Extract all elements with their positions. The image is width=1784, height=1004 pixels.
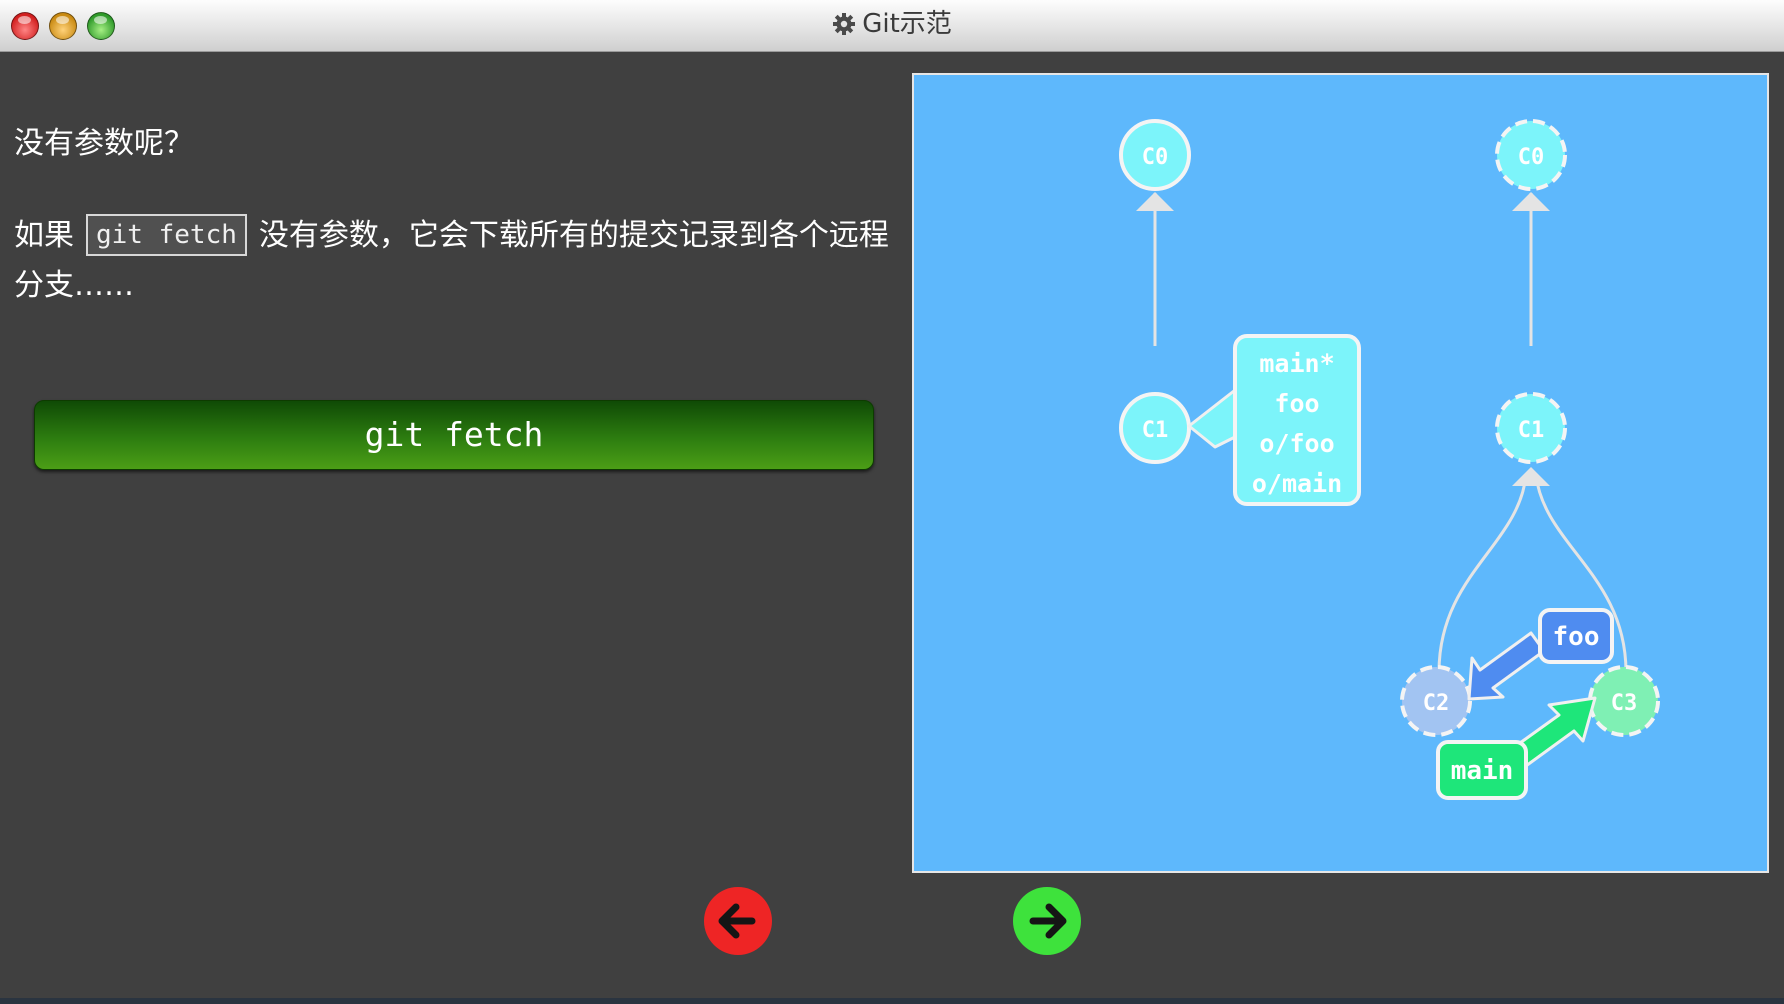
git-graph: C0 C1 main* foo o/foo o/main C0 C1 C2 C3… [1119,119,1660,800]
branch-label: o/foo [1259,429,1334,458]
description-prefix: 如果 [14,218,74,253]
git-visualization-panel: C0 C1 main* foo o/foo o/main C0 C1 C2 C3… [912,73,1769,873]
arrow-left-icon [704,887,772,955]
edge-arrowhead [1512,467,1550,486]
description-paragraph: 如果 git fetch 没有参数，它会下载所有的提交记录到各个远程分支…… [14,210,894,311]
inline-code: git fetch [86,214,247,256]
commit-node[interactable]: C3 [1588,665,1660,737]
arrow-right-icon [1013,887,1081,955]
previous-step-button[interactable] [702,885,774,957]
edge-arrowhead [1512,192,1550,211]
branch-label: main [1451,756,1514,786]
branch-pointer-arrow [1467,631,1546,701]
commit-label: C0 [1518,145,1545,170]
gear-icon [833,13,856,35]
git-fetch-command-button[interactable]: git fetch [34,400,874,470]
branch-label: o/main [1252,469,1342,498]
branch-label-box[interactable]: foo [1538,608,1614,664]
section-heading: 没有参数呢？ [14,126,194,161]
commit-label: C0 [1142,145,1169,170]
commit-node[interactable]: C0 [1495,119,1567,191]
window-bottom-edge [0,998,1784,1004]
branch-label-box[interactable]: main [1436,740,1528,800]
commit-node[interactable]: C0 [1119,119,1191,191]
commit-node[interactable]: C1 [1119,392,1191,464]
title-bar: Git示范 [0,0,1784,52]
branch-label: foo [1553,622,1600,652]
branch-label-box[interactable]: main* foo o/foo o/main [1233,334,1361,506]
commit-node[interactable]: C2 [1400,665,1472,737]
branch-label: main* [1259,349,1334,378]
commit-node[interactable]: C1 [1495,392,1567,464]
branch-label: foo [1274,389,1319,418]
commit-label: C3 [1611,691,1638,716]
commit-label: C1 [1142,418,1169,443]
commit-label: C1 [1518,418,1545,443]
window-title: Git示范 [0,0,1784,48]
next-step-button[interactable] [1011,885,1083,957]
instruction-panel: 没有参数呢？ 如果 git fetch 没有参数，它会下载所有的提交记录到各个远程分… [14,100,894,311]
edge-arrowhead [1136,192,1174,211]
commit-label: C2 [1423,691,1450,716]
window-title-text: Git示范 [862,9,952,39]
edge-remote-c2-c1 [1437,474,1528,673]
